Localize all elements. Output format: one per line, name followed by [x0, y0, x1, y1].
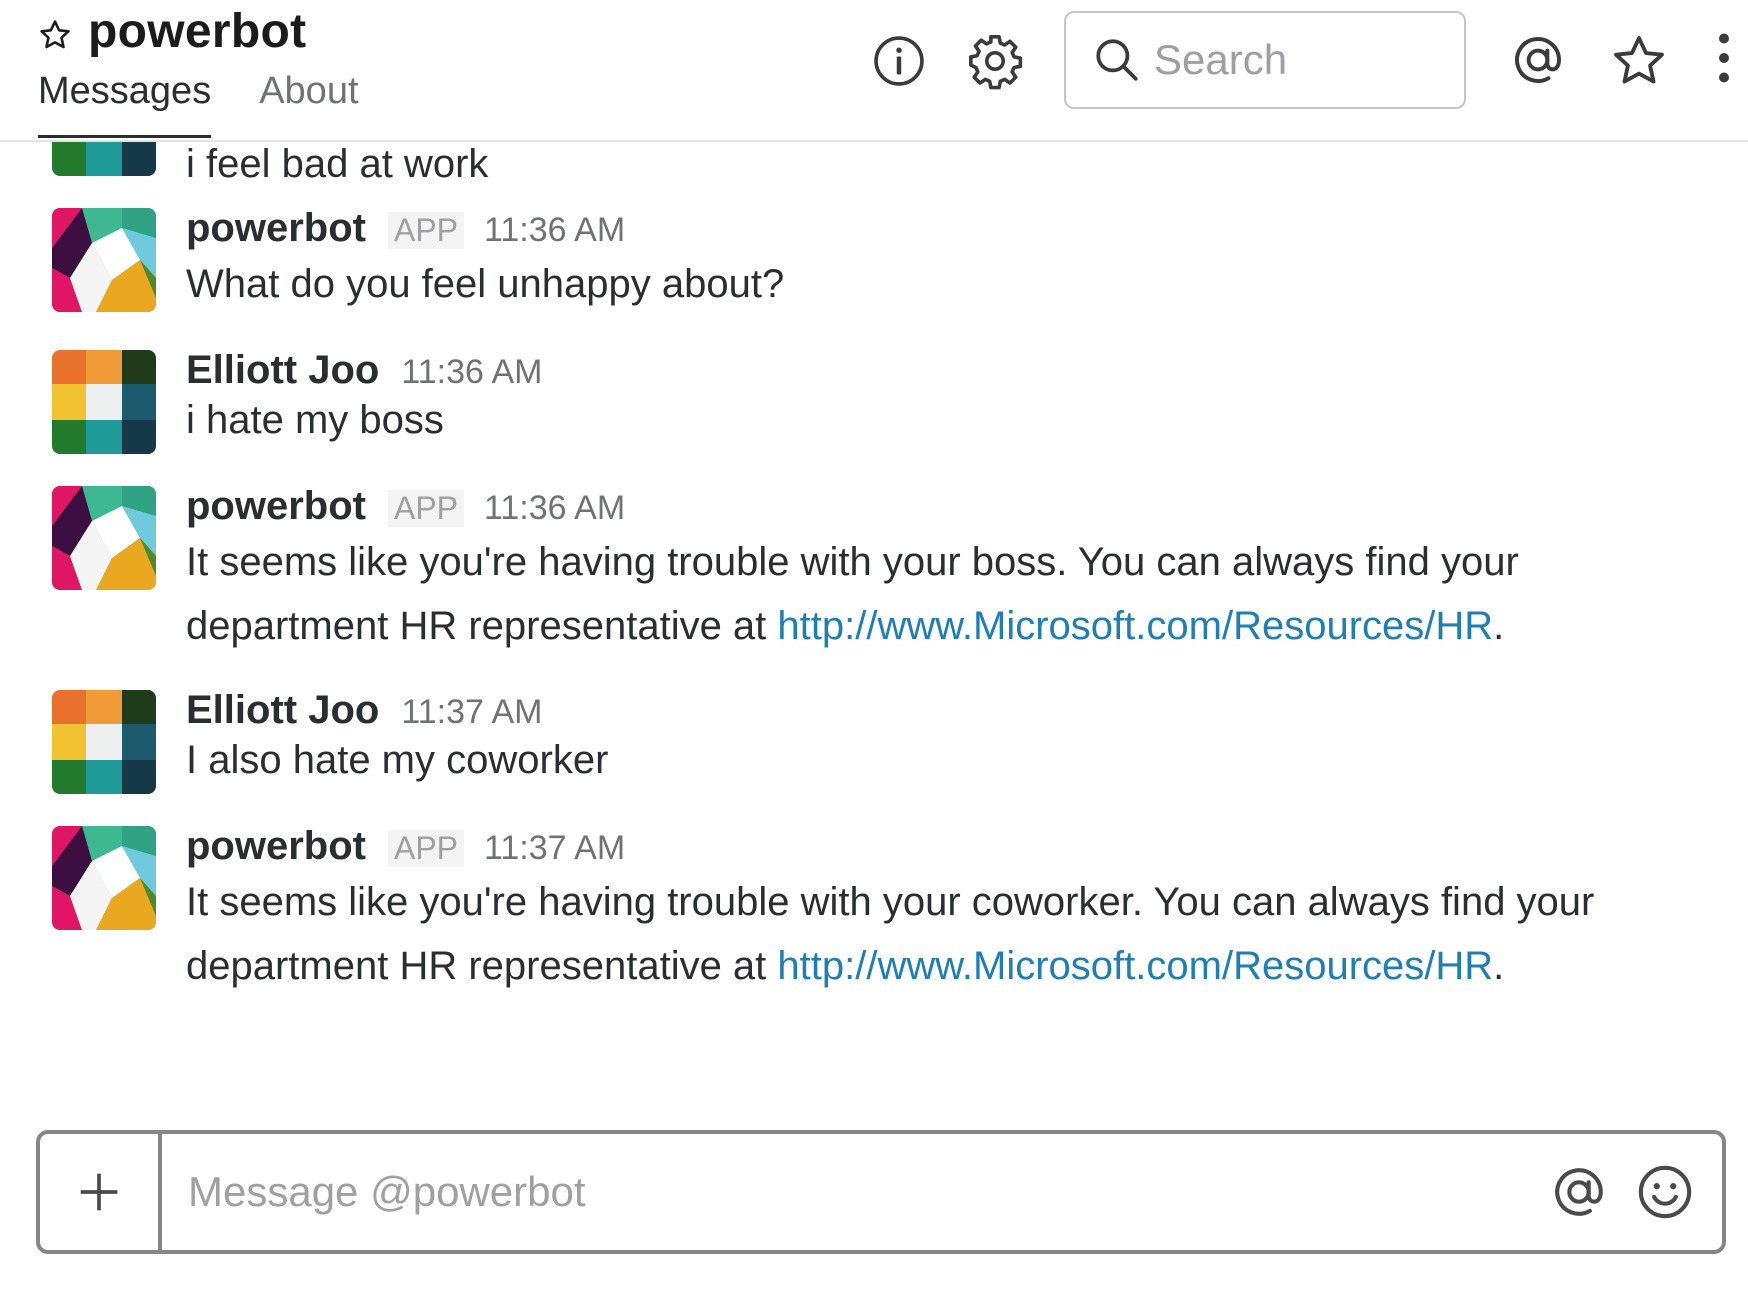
message-text-suffix: .	[1493, 944, 1505, 988]
message-header: powerbot APP 11:37 AM	[186, 824, 1626, 870]
message-author[interactable]: powerbot	[186, 484, 366, 529]
message-text: i hate my boss	[186, 398, 444, 442]
message-header: powerbot APP 11:36 AM	[186, 484, 1626, 530]
message-timestamp[interactable]: 11:36 AM	[484, 211, 625, 250]
more-vertical-icon[interactable]	[1714, 32, 1734, 84]
gear-icon[interactable]	[966, 32, 1024, 90]
search-input[interactable]: Search	[1064, 11, 1466, 109]
message-author[interactable]: powerbot	[186, 824, 366, 869]
message-text: It seems like you're having trouble with…	[186, 530, 1626, 658]
app-badge: APP	[387, 490, 465, 527]
tab-about[interactable]: About	[259, 70, 358, 138]
starred-items-icon[interactable]	[1610, 32, 1668, 90]
emoji-icon[interactable]	[1636, 1163, 1694, 1221]
hr-link[interactable]: http://www.Microsoft.com/Resources/HR	[777, 944, 1493, 988]
avatar[interactable]	[52, 142, 156, 176]
message-header: Elliott Joo 11:37 AM	[186, 688, 1626, 734]
star-icon[interactable]	[38, 18, 72, 52]
message-list[interactable]: i feel bad at work powerbot APP 11:36 AM…	[0, 142, 1748, 1102]
channel-title-row: powerbot	[38, 4, 306, 59]
message-author[interactable]: Elliott Joo	[186, 348, 379, 393]
message-header: powerbot APP 11:36 AM	[186, 206, 1626, 252]
avatar[interactable]	[52, 486, 156, 590]
message-header: Elliott Joo 11:36 AM	[186, 348, 1626, 394]
tab-messages[interactable]: Messages	[38, 70, 212, 138]
hr-link[interactable]: http://www.Microsoft.com/Resources/HR	[777, 604, 1493, 648]
channel-header: powerbot Messages About Search	[0, 0, 1748, 142]
message-input[interactable]	[162, 1134, 1550, 1250]
app-badge: APP	[387, 830, 465, 867]
mention-icon[interactable]	[1550, 1163, 1608, 1221]
message-text: I also hate my coworker	[186, 738, 609, 782]
message-text-suffix: .	[1493, 604, 1505, 648]
plus-icon	[80, 1173, 118, 1211]
add-file-button[interactable]	[40, 1134, 162, 1250]
app-badge: APP	[387, 212, 465, 249]
message-text: What do you feel unhappy about?	[186, 262, 785, 306]
channel-name[interactable]: powerbot	[88, 4, 306, 59]
avatar[interactable]	[52, 350, 156, 454]
channel-tabs: Messages About	[38, 70, 407, 138]
search-icon	[1096, 39, 1138, 81]
message-author[interactable]: Elliott Joo	[186, 688, 379, 733]
message-text: It seems like you're having trouble with…	[186, 870, 1606, 998]
avatar[interactable]	[52, 208, 156, 312]
message-text: i feel bad at work	[186, 142, 489, 186]
message-author[interactable]: powerbot	[186, 206, 366, 251]
message-timestamp[interactable]: 11:37 AM	[484, 829, 625, 868]
message-timestamp[interactable]: 11:36 AM	[484, 489, 625, 528]
message-timestamp[interactable]: 11:37 AM	[401, 693, 542, 732]
search-placeholder: Search	[1154, 36, 1288, 83]
avatar[interactable]	[52, 826, 156, 930]
mention-icon[interactable]	[1510, 32, 1566, 88]
info-icon[interactable]	[872, 34, 926, 88]
message-composer	[36, 1130, 1726, 1254]
avatar[interactable]	[52, 690, 156, 794]
message-timestamp[interactable]: 11:36 AM	[401, 353, 542, 392]
